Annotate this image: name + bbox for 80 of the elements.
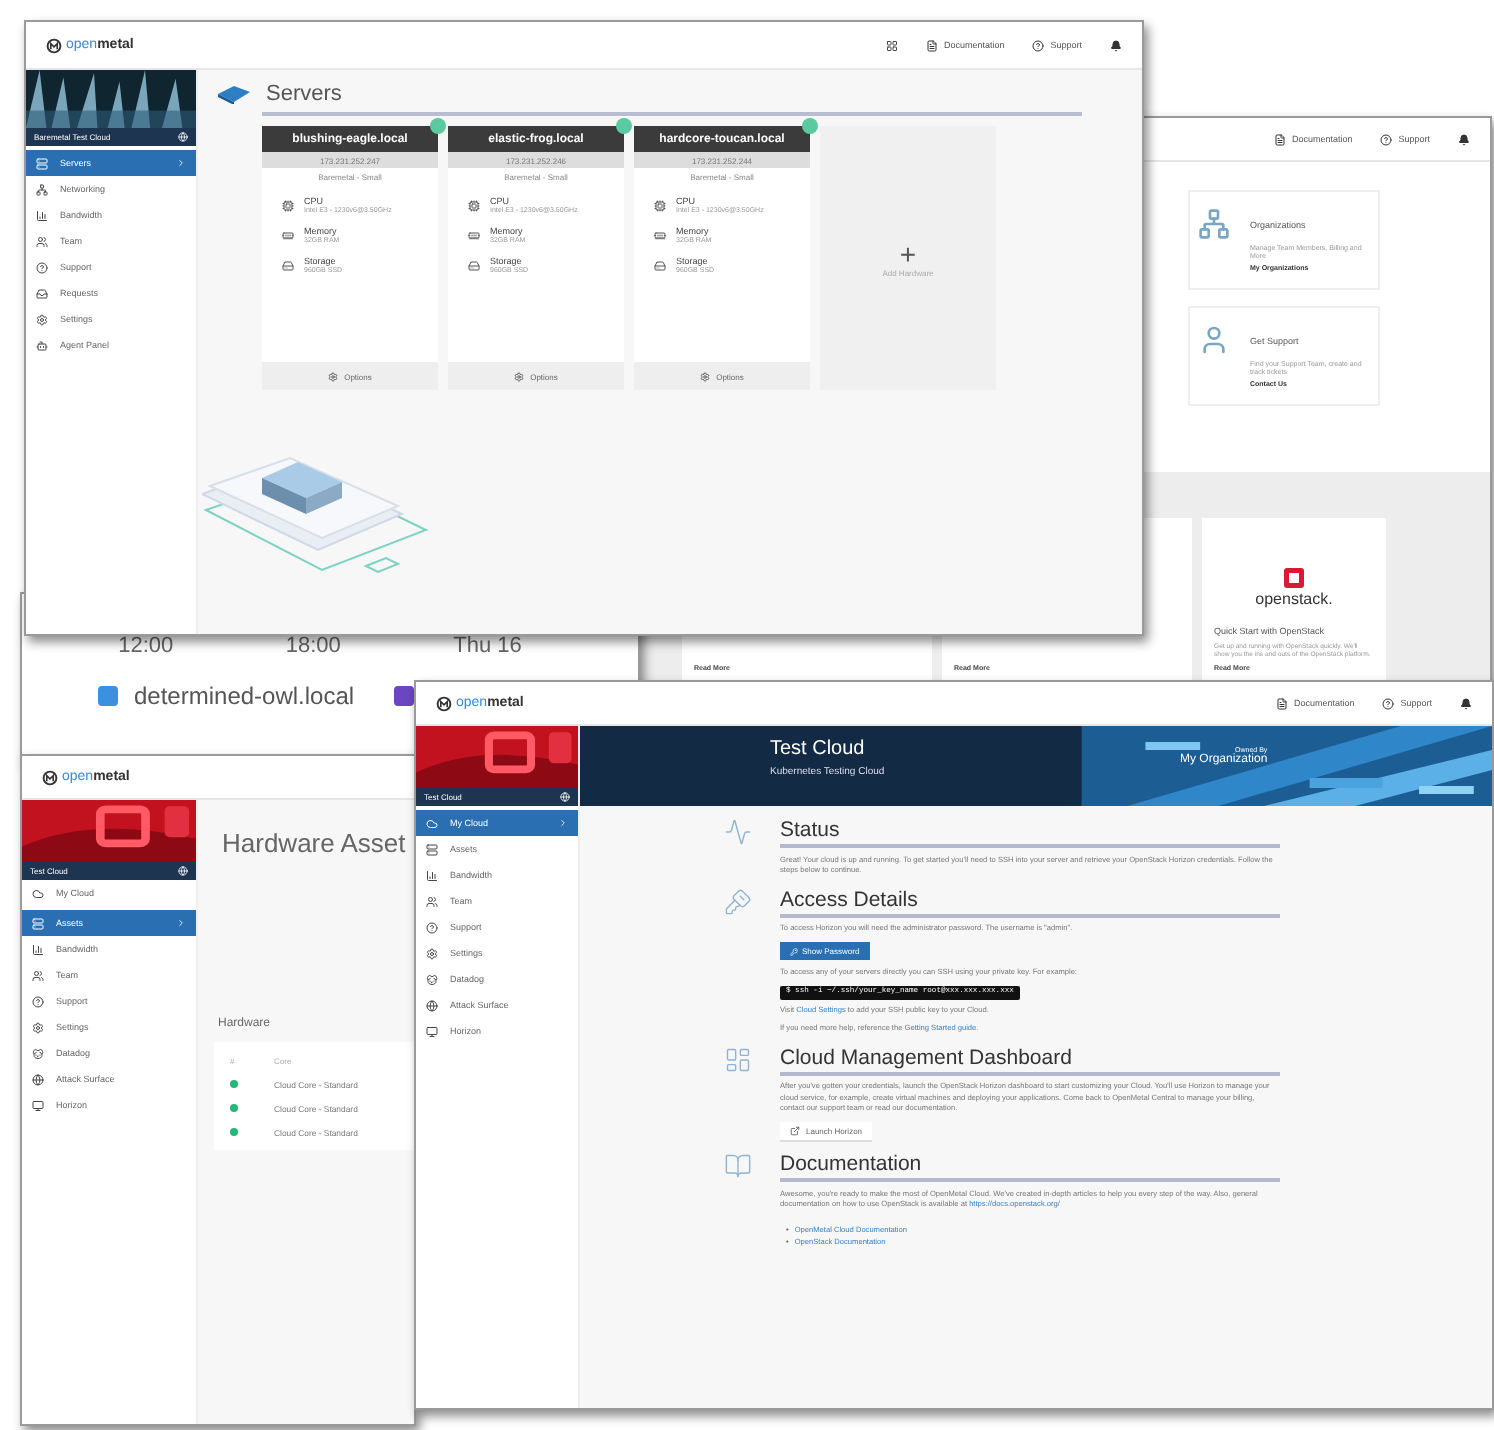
help-icon	[1382, 697, 1395, 709]
activity-icon	[724, 818, 752, 846]
axis-tick-label: 18:00	[285, 634, 341, 658]
legend-label: determined-owl.local	[134, 682, 355, 710]
monitor-icon	[32, 1099, 44, 1111]
chevron-icon	[558, 818, 568, 828]
globe-icon[interactable]	[178, 866, 188, 876]
chevron-icon	[176, 918, 186, 928]
cloud-icon	[32, 887, 44, 899]
gear-icon	[700, 371, 711, 381]
settings-icon	[32, 1021, 44, 1033]
globe-icon[interactable]	[560, 792, 570, 802]
bell-icon[interactable]	[1458, 133, 1470, 145]
server-icon	[426, 843, 438, 855]
bell-icon[interactable]	[1110, 39, 1122, 51]
page-title: Hardware Asset	[220, 826, 408, 858]
openstack-logo-icon	[1282, 566, 1306, 590]
axis-tick-label: Thu 16	[453, 634, 522, 658]
openstack-wordmark: openstack.	[1255, 590, 1333, 608]
help-icon	[1380, 133, 1393, 145]
document-icon	[925, 39, 938, 51]
cloud-icon	[426, 817, 438, 829]
memory-icon	[654, 229, 666, 241]
logo-icon	[46, 37, 62, 53]
globe-icon	[426, 999, 438, 1011]
users-icon	[32, 969, 44, 981]
users-icon	[36, 235, 48, 247]
network-icon	[36, 183, 48, 195]
page-title: Servers	[266, 82, 342, 106]
section-heading: Access Details	[780, 887, 1280, 917]
help-icon	[36, 261, 48, 273]
person-icon	[1198, 324, 1230, 356]
drive-icon	[654, 259, 666, 271]
globe-icon[interactable]	[178, 132, 188, 142]
chevron-icon	[176, 158, 186, 168]
plus-sign: +	[899, 239, 917, 267]
bar-chart-icon	[426, 869, 438, 881]
globe-icon	[32, 1073, 44, 1085]
gear-icon	[328, 371, 339, 381]
external-link-icon	[790, 1126, 800, 1136]
section-heading: Status	[780, 818, 1280, 848]
key-icon	[790, 947, 798, 955]
cpu-icon	[282, 199, 294, 211]
drive-icon	[468, 259, 480, 271]
gear-icon	[514, 371, 525, 381]
dashboard-icon	[724, 1045, 752, 1073]
server-icon	[32, 917, 44, 929]
cloud-title: Test Cloud	[770, 738, 867, 760]
help-icon	[1032, 39, 1045, 51]
dog-icon	[426, 973, 438, 985]
key-icon	[724, 887, 752, 915]
inbox-icon	[36, 287, 48, 299]
monitor-icon	[426, 1025, 438, 1037]
robot-icon	[36, 339, 48, 351]
bar-chart-icon	[32, 943, 44, 955]
logo-icon	[42, 769, 58, 785]
bar-chart-icon	[36, 209, 48, 221]
settings-icon	[36, 313, 48, 325]
cpu-icon	[468, 199, 480, 211]
memory-icon	[468, 229, 480, 241]
document-icon	[1275, 697, 1288, 709]
document-icon	[1273, 133, 1286, 145]
axis-tick-label: 12:00	[118, 634, 174, 658]
settings-icon	[426, 947, 438, 959]
logo-icon	[436, 695, 452, 711]
dog-icon	[32, 1047, 44, 1059]
help-icon	[32, 995, 44, 1007]
cpu-icon	[654, 199, 666, 211]
users-icon	[426, 895, 438, 907]
help-icon	[426, 921, 438, 933]
server-icon	[36, 157, 48, 169]
server-icon	[218, 84, 250, 104]
grid-icon[interactable]	[885, 39, 898, 51]
section-heading: Documentation	[780, 1152, 1280, 1182]
memory-icon	[282, 229, 294, 241]
book-icon	[724, 1152, 752, 1180]
section-heading: Cloud Management Dashboard	[780, 1045, 1280, 1075]
network-icon	[1198, 208, 1230, 240]
bell-icon[interactable]	[1460, 697, 1472, 709]
drive-icon	[282, 259, 294, 271]
